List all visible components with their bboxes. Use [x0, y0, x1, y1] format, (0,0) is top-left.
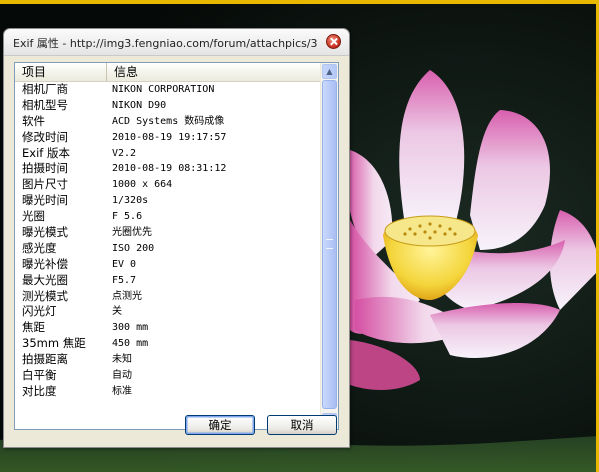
- list-item[interactable]: 曝光模式 光圈优先: [15, 225, 321, 241]
- item-key: 拍摄距离: [22, 352, 68, 367]
- item-value: 标准: [112, 385, 132, 397]
- item-value: F 5.6: [112, 211, 143, 223]
- item-value: 2010-08-19 19:17:57: [112, 131, 227, 143]
- item-key: 测光模式: [22, 288, 68, 303]
- list-item[interactable]: 软件 ACD Systems 数码成像: [15, 114, 321, 130]
- exif-rows: 相机厂商 NIKON CORPORATION 相机型号 NIKON D90 软件 AC…: [15, 82, 321, 400]
- exif-list[interactable]: 项目 信息 相机厂商 NIKON CORPORATION 相机型号 NIKON D9…: [14, 62, 339, 430]
- list-item[interactable]: 白平衡 自动: [15, 368, 321, 384]
- item-key: 曝光补偿: [22, 256, 68, 271]
- item-value: 未知: [112, 354, 132, 366]
- item-value: 1000 x 664: [112, 179, 173, 191]
- item-value: 自动: [112, 370, 132, 382]
- item-key: 35mm 焦距: [22, 336, 86, 351]
- list-item[interactable]: 对比度 标准: [15, 384, 321, 400]
- list-item[interactable]: 图片尺寸 1000 x 664: [15, 177, 321, 193]
- item-key: 焦距: [22, 320, 45, 335]
- item-value: 1/320s: [112, 195, 149, 207]
- list-item[interactable]: 曝光补偿 EV 0: [15, 257, 321, 273]
- cancel-button[interactable]: 取消: [267, 415, 337, 435]
- item-key: 软件: [22, 113, 45, 128]
- close-icon[interactable]: [326, 34, 341, 49]
- item-key: 感光度: [22, 240, 57, 255]
- item-value: NIKON CORPORATION: [112, 84, 215, 95]
- list-item[interactable]: 闪光灯 关: [15, 304, 321, 320]
- column-header-info[interactable]: 信息: [107, 63, 321, 81]
- vertical-scrollbar[interactable]: ▲ ▼: [320, 63, 338, 429]
- scroll-up-arrow-icon[interactable]: ▲: [322, 64, 337, 79]
- list-item[interactable]: 相机型号 NIKON D90: [15, 98, 321, 114]
- item-key: 曝光时间: [22, 193, 68, 208]
- item-value: 光圈优先: [112, 227, 152, 239]
- scrollbar-thumb[interactable]: [322, 80, 337, 409]
- item-value: ACD Systems 数码成像: [112, 115, 225, 127]
- item-value: 2010-08-19 08:31:12: [112, 163, 227, 175]
- item-value: 450 mm: [112, 338, 149, 350]
- list-item[interactable]: 35mm 焦距 450 mm: [15, 336, 321, 352]
- item-key: 曝光模式: [22, 225, 68, 240]
- list-item[interactable]: Exif 版本 V2.2: [15, 146, 321, 162]
- exif-properties-dialog: Exif 属性 - http://img3.fengniao.com/forum…: [3, 28, 350, 448]
- item-key: 相机厂商: [22, 82, 68, 96]
- item-key: 最大光圈: [22, 272, 68, 287]
- list-item[interactable]: 修改时间 2010-08-19 19:17:57: [15, 130, 321, 146]
- list-item[interactable]: 光圈 F 5.6: [15, 209, 321, 225]
- list-header: 项目 信息: [15, 63, 321, 82]
- item-key: 修改时间: [22, 129, 68, 144]
- item-key: 对比度: [22, 383, 57, 398]
- item-value: 关: [112, 306, 122, 318]
- list-item[interactable]: 焦距 300 mm: [15, 320, 321, 336]
- list-item[interactable]: 曝光时间 1/320s: [15, 193, 321, 209]
- dialog-title: Exif 属性 - http://img3.fengniao.com/forum…: [13, 37, 318, 50]
- item-value: V2.2: [112, 147, 137, 159]
- item-key: 相机型号: [22, 97, 68, 112]
- item-key: 光圈: [22, 209, 45, 224]
- list-item[interactable]: 最大光圈 F5.7: [15, 273, 321, 289]
- dialog-titlebar[interactable]: Exif 属性 - http://img3.fengniao.com/forum…: [4, 29, 349, 56]
- ok-button[interactable]: 确定: [185, 415, 255, 435]
- item-value: F5.7: [112, 274, 137, 286]
- item-key: Exif 版本: [22, 145, 70, 160]
- item-value: 300 mm: [112, 322, 149, 334]
- item-value: EV 0: [112, 258, 137, 270]
- list-item[interactable]: 感光度 ISO 200: [15, 241, 321, 257]
- column-header-item[interactable]: 项目: [15, 63, 107, 81]
- list-item[interactable]: 测光模式 点测光: [15, 289, 321, 305]
- list-item[interactable]: 拍摄距离 未知: [15, 352, 321, 368]
- top-yellow-border: [0, 0, 599, 4]
- item-value: 点测光: [112, 290, 142, 302]
- item-key: 拍摄时间: [22, 161, 68, 176]
- item-key: 图片尺寸: [22, 177, 68, 192]
- list-item[interactable]: 相机厂商 NIKON CORPORATION: [15, 82, 321, 98]
- item-value: NIKON D90: [112, 99, 167, 111]
- item-key: 闪光灯: [22, 304, 57, 319]
- item-value: ISO 200: [112, 242, 155, 254]
- list-item[interactable]: 拍摄时间 2010-08-19 08:31:12: [15, 161, 321, 177]
- item-key: 白平衡: [22, 368, 57, 383]
